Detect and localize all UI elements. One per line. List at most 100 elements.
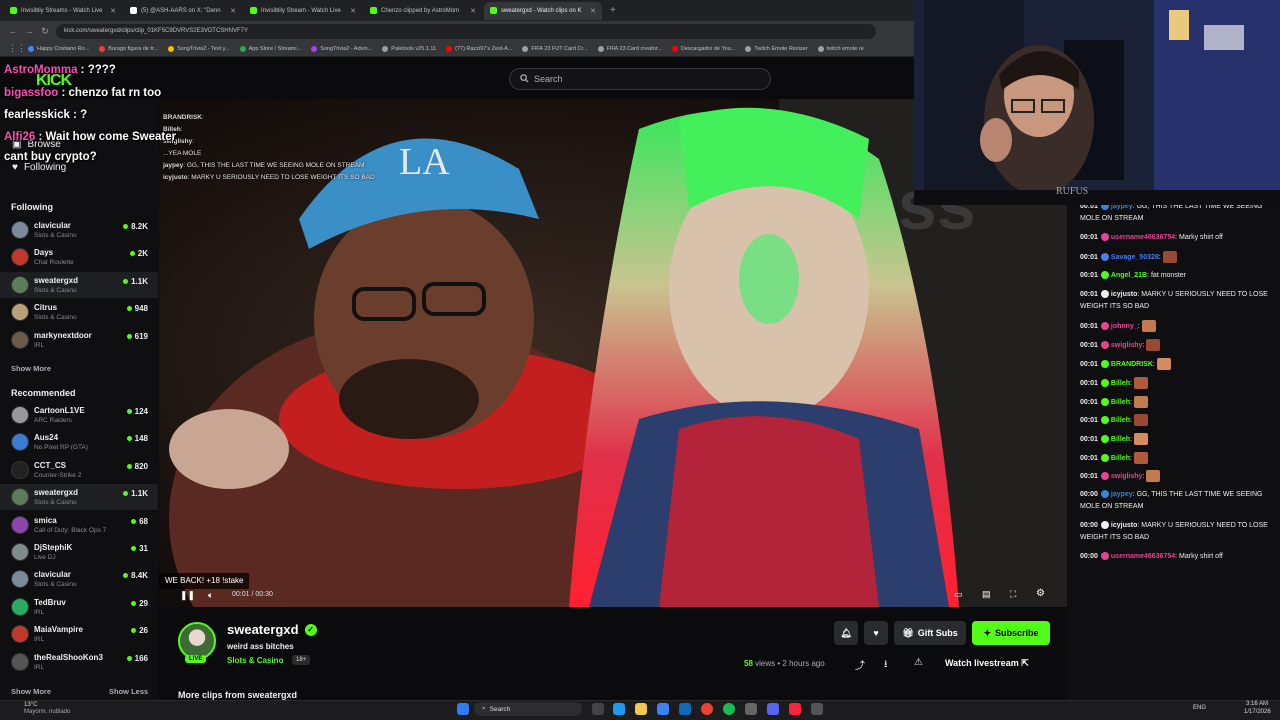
task-view-icon[interactable]	[592, 703, 604, 715]
bookmark-item[interactable]: FIFA 23 FUT Card Cr...	[522, 45, 588, 52]
share-icon[interactable]: ⤴	[855, 657, 865, 672]
show-less-button[interactable]: Show Less	[109, 687, 148, 696]
chat-username[interactable]: Savage_50328	[1111, 254, 1159, 261]
streamer-name-row[interactable]: sweatergxd ✓	[227, 622, 317, 637]
close-tab-icon[interactable]: ✕	[350, 7, 356, 15]
sidebar-channel[interactable]: CartoonL1VE ARC Raiders 124	[0, 402, 158, 428]
close-tab-icon[interactable]: ✕	[590, 7, 596, 15]
new-tab-icon[interactable]: +	[610, 5, 616, 16]
bookmark-item[interactable]: App Store / Streami...	[239, 45, 301, 52]
apps-grid-icon[interactable]: ⋮⋮	[8, 43, 26, 54]
category-link[interactable]: Slots & Casino	[227, 656, 283, 665]
chat-username[interactable]: Billeh	[1111, 436, 1130, 443]
chat-username[interactable]: icyjusto	[1111, 291, 1137, 298]
download-icon[interactable]: ⭳	[884, 657, 888, 674]
clip-icon[interactable]: ▭	[954, 589, 963, 600]
taskbar-search[interactable]: ⌕ Search	[474, 702, 582, 716]
sidebar-channel[interactable]: clavicular Slots & Casino 8.4K	[0, 566, 158, 592]
watch-livestream-link[interactable]: Watch livestream ⇱	[945, 658, 1029, 669]
url-field[interactable]: kick.com/sweatergxd/clips/clip_01KF5C9DV…	[56, 23, 876, 39]
bookmark-item[interactable]: Descargador de You...	[671, 45, 735, 52]
close-tab-icon[interactable]: ✕	[230, 7, 236, 15]
clip-title: weird ass bitches	[227, 642, 294, 651]
clock-date[interactable]: 1/17/2026	[1244, 709, 1271, 715]
volume-icon[interactable]: 🔈︎	[208, 590, 213, 601]
sidebar-channel[interactable]: markynextdoor IRL 619	[0, 327, 158, 353]
subscribe-button[interactable]: ✦ Subscribe	[972, 621, 1050, 645]
browser-tab[interactable]: (5) @ASH-AARS on X: "Denn ✕	[124, 2, 242, 20]
gift-subs-button[interactable]: 🎁︎ Gift Subs	[894, 621, 966, 645]
file-explorer-icon[interactable]	[635, 703, 647, 715]
edge-icon[interactable]	[613, 703, 625, 715]
sidebar-channel[interactable]: sweatergxd Slots & Casino 1.1K	[0, 271, 158, 298]
theater-icon[interactable]: ▤	[982, 589, 991, 600]
follow-heart-button[interactable]: ♥	[864, 621, 888, 645]
sidebar-channel[interactable]: Days Chat Roulette 2K	[0, 244, 158, 270]
notification-bell-button[interactable]: 🔔︎	[834, 621, 858, 645]
chat-username[interactable]: swiglishy	[1111, 473, 1143, 480]
bookmark-item[interactable]: SongTrivia2 - Advin...	[311, 45, 372, 52]
show-more-recommended[interactable]: Show More	[11, 687, 51, 696]
pause-icon[interactable]: ❚❚	[180, 590, 195, 601]
bookmark-item[interactable]: FIFA 23 Card creator...	[597, 45, 662, 52]
chat-username[interactable]: Billeh	[1111, 455, 1130, 462]
sidebar-channel[interactable]: clavicular Slots & Casino 8.2K	[0, 217, 158, 243]
browser-tab[interactable]: Invisiblily Stream - Watch Live ✕	[244, 2, 362, 20]
close-tab-icon[interactable]: ✕	[470, 7, 476, 15]
clip-meta: 58 views • 2 hours ago	[744, 659, 825, 668]
browser-tab[interactable]: Chenzo clipped by AstroMom ✕	[364, 2, 482, 20]
sidebar-channel[interactable]: CCT_CS Counter-Strike 2 820	[0, 457, 158, 483]
bookmark-item[interactable]: Twitch Emote Resizer	[745, 45, 808, 52]
reload-icon[interactable]: ↻	[40, 26, 50, 37]
language-indicator[interactable]: ENG	[1193, 705, 1206, 711]
browser-tab[interactable]: sweatergxd - Watch clips on K ✕	[484, 1, 602, 20]
clock-time[interactable]: 3:16 AM	[1246, 701, 1268, 707]
back-icon[interactable]: ←	[8, 26, 18, 36]
sidebar-channel[interactable]: Aus24 No Pixel RP (GTA) 148	[0, 429, 158, 455]
sidebar-channel[interactable]: DjStephiK Live DJ 31	[0, 539, 158, 565]
sidebar-channel[interactable]: TedBruv IRL 29	[0, 594, 158, 620]
chrome-icon[interactable]	[701, 703, 713, 715]
chat-username[interactable]: BRANDRISK	[1111, 361, 1153, 368]
bookmark-item[interactable]: (77) Razzi97's Zest-A...	[446, 45, 512, 52]
music-icon[interactable]	[789, 703, 801, 715]
store-icon[interactable]	[657, 703, 669, 715]
sidebar-channel[interactable]: MaiaVampire IRL 26	[0, 621, 158, 647]
bookmark-item[interactable]: SongTrivia2 - Test y...	[168, 45, 230, 52]
chat-username[interactable]: username46636754	[1111, 553, 1175, 560]
chat-message: 00:01 Billeh:	[1080, 452, 1275, 465]
browser-tab[interactable]: Invisibliy Streams - Watch Live ✕	[4, 2, 122, 20]
chat-username[interactable]: swiglishy	[1111, 342, 1143, 349]
spotify-icon[interactable]	[723, 703, 735, 715]
chat-username[interactable]: Billeh	[1111, 380, 1130, 387]
chat-username[interactable]: Angel_21B	[1111, 272, 1147, 279]
bookmark-item[interactable]: Happy Cristiano Ro...	[28, 45, 89, 52]
bookmark-item[interactable]: Paletools v25.1.11	[382, 45, 436, 52]
chat-username[interactable]: jaypey	[1111, 491, 1133, 498]
chat-username[interactable]: username46636754	[1111, 234, 1175, 241]
bookmark-item[interactable]: Burago figura de tr...	[99, 45, 158, 52]
app-icon[interactable]	[811, 703, 823, 715]
chat-username[interactable]: Billeh	[1111, 417, 1130, 424]
sidebar-channel[interactable]: sweatergxd Slots & Casino 1.1K	[0, 484, 158, 511]
settings-gear-icon[interactable]: ⚙	[1036, 588, 1045, 599]
fullscreen-icon[interactable]: ⛶	[1010, 589, 1016, 600]
sidebar-channel[interactable]: theRealShooKon3 IRL 166	[0, 649, 158, 675]
settings-icon[interactable]	[745, 703, 757, 715]
chat-username[interactable]: Billeh	[1111, 399, 1130, 406]
sidebar-item-following[interactable]: ♥ Following	[12, 162, 66, 173]
outlook-icon[interactable]	[679, 703, 691, 715]
sidebar-channel[interactable]: Citrus Slots & Casino 948	[0, 299, 158, 325]
discord-icon[interactable]	[767, 703, 779, 715]
sidebar-channel[interactable]: smica Call of Duty: Black Ops 7 68	[0, 512, 158, 538]
forward-icon[interactable]: →	[24, 26, 34, 36]
chat-username[interactable]: johnny_	[1111, 323, 1138, 330]
windows-start-icon[interactable]	[457, 703, 469, 715]
close-tab-icon[interactable]: ✕	[110, 7, 116, 15]
search-input[interactable]: Search	[509, 68, 771, 90]
streamer-name[interactable]: sweatergxd	[227, 622, 299, 637]
chat-username[interactable]: icyjusto	[1111, 522, 1137, 529]
show-more-following[interactable]: Show More	[11, 364, 51, 373]
report-warning-icon[interactable]: ⚠	[914, 657, 923, 668]
bookmark-item[interactable]: twitch emote re	[817, 45, 864, 52]
